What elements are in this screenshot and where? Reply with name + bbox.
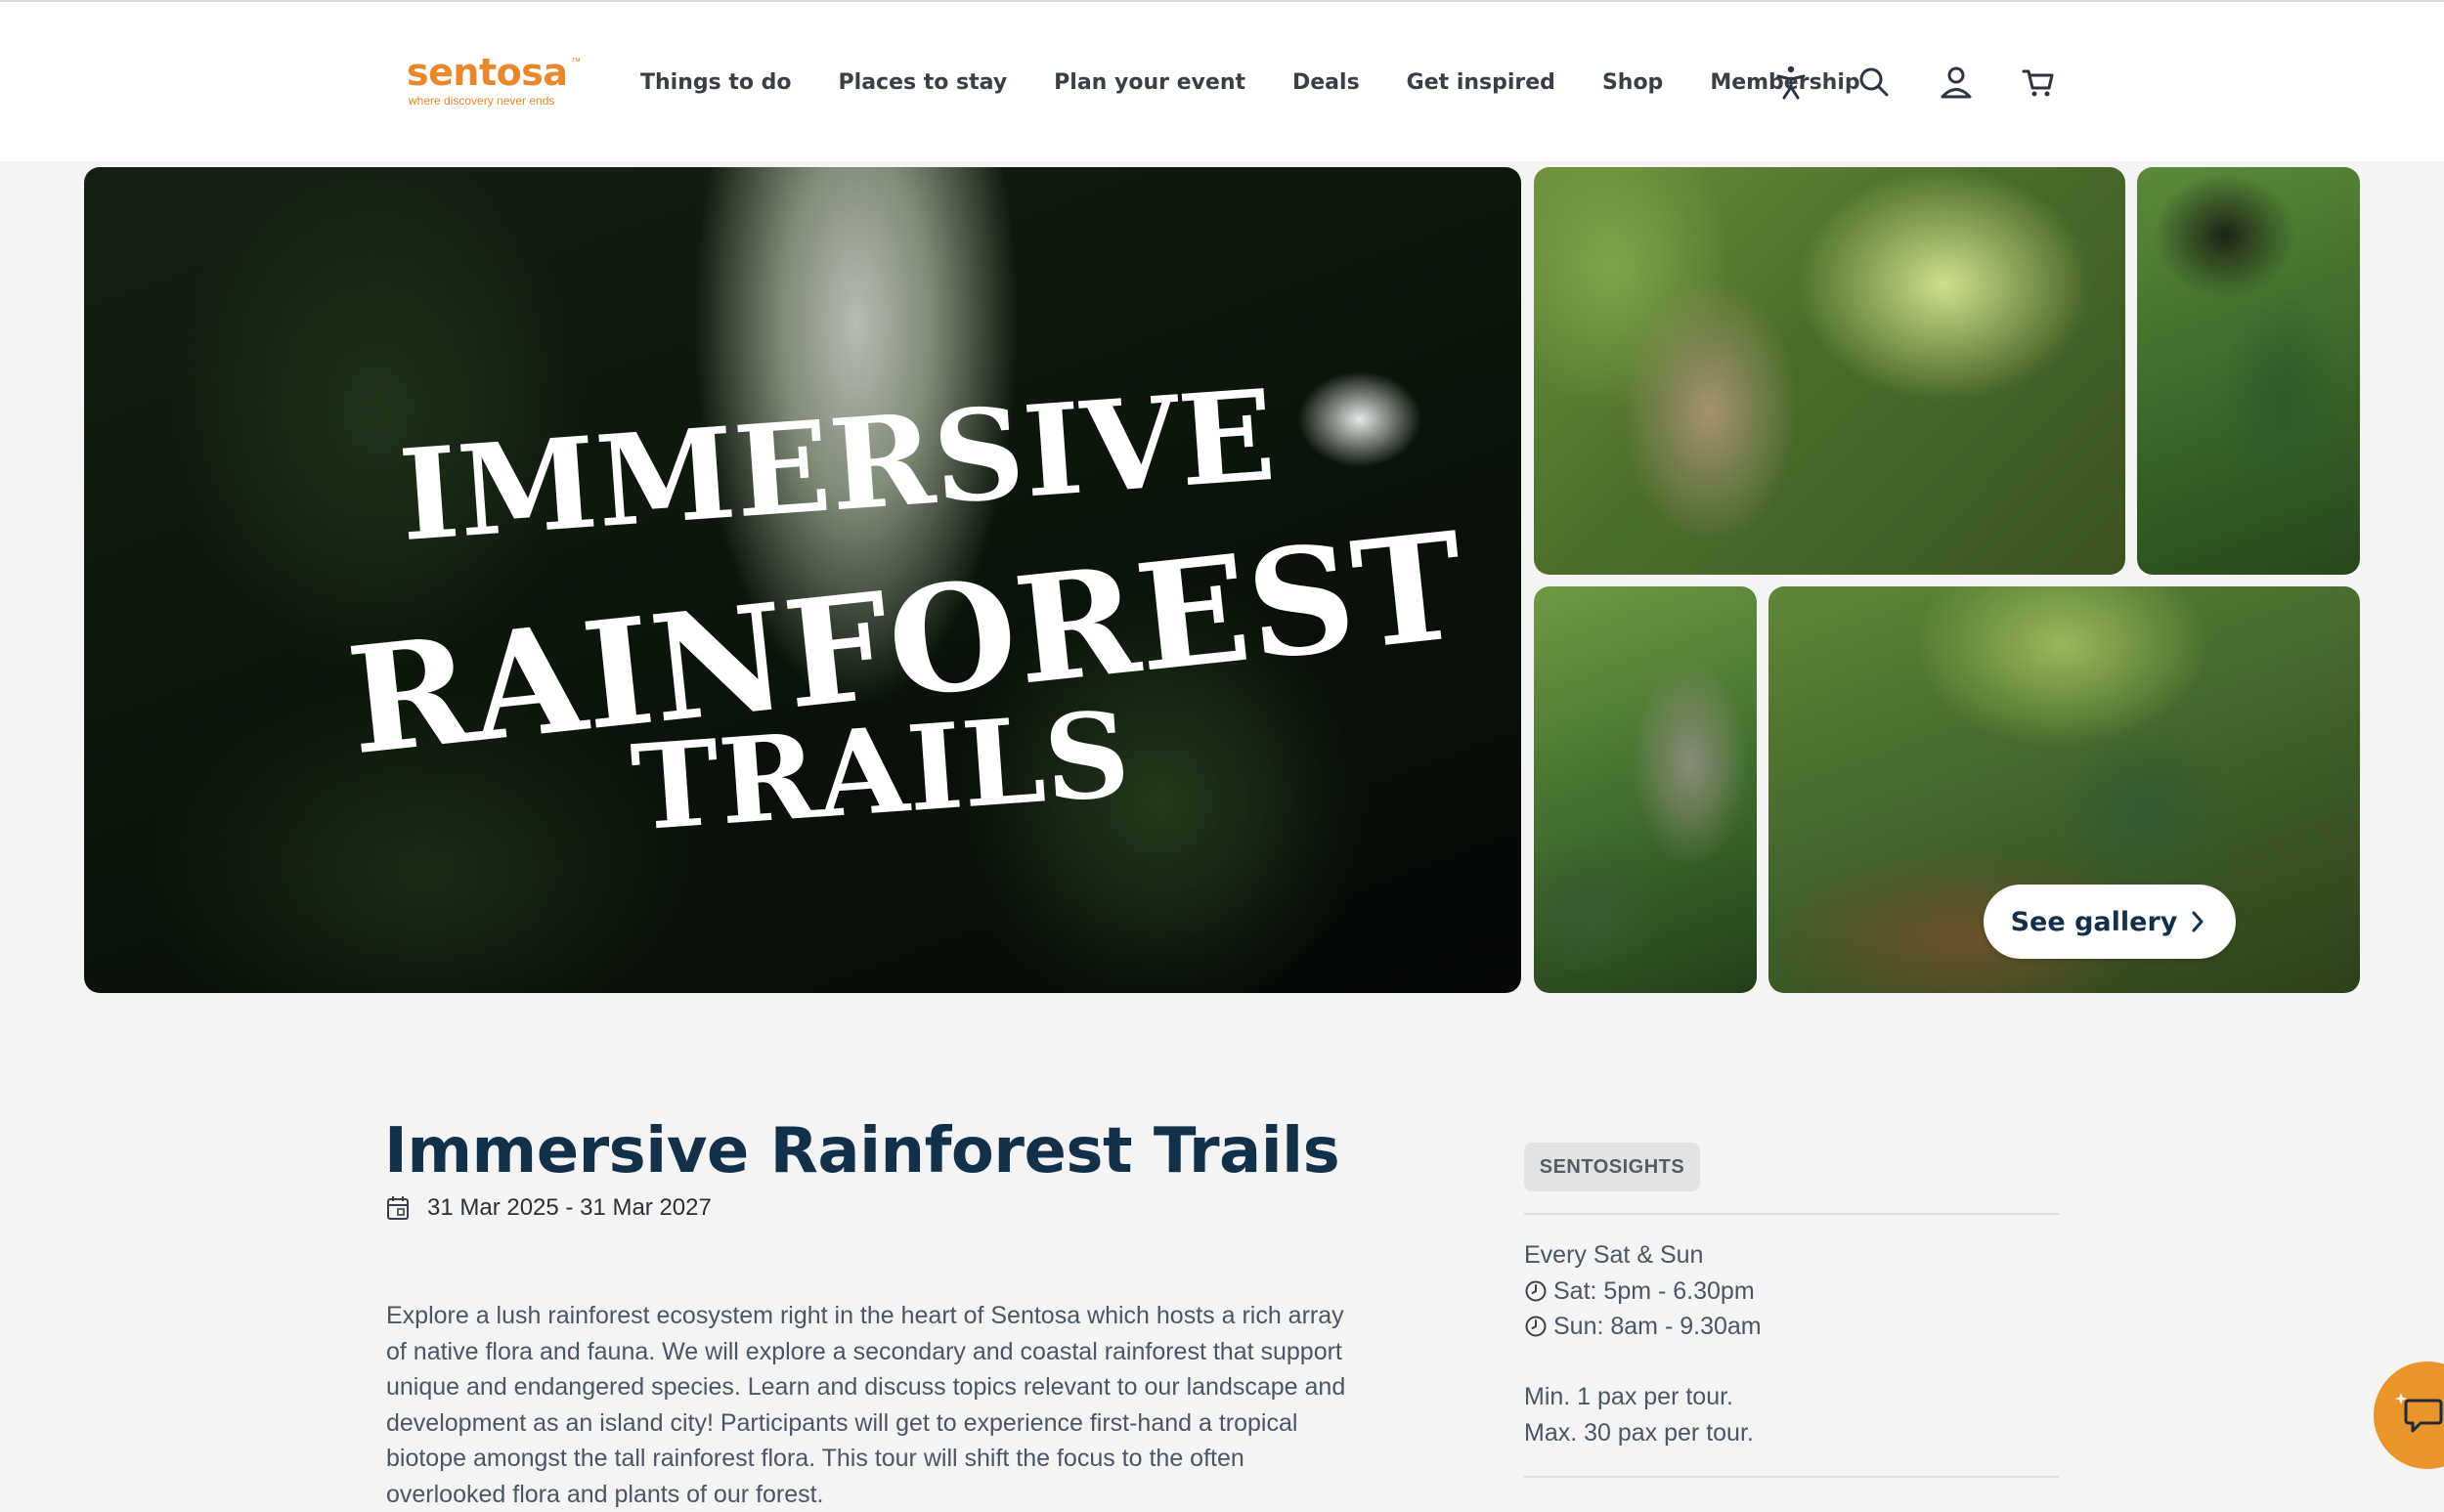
sidebar-divider-bottom	[1524, 1476, 2059, 1478]
nav-plan-your-event[interactable]: Plan your event	[1054, 70, 1245, 95]
pax-min: Min. 1 pax per tour.	[1524, 1383, 1734, 1410]
sentosa-logo[interactable]: sentosa ™ where discovery never ends	[407, 51, 583, 109]
schedule-time-sun: Sun: 8am - 9.30am	[1553, 1313, 1762, 1340]
event-date: 31 Mar 2025 - 31 Mar 2027	[386, 1194, 712, 1222]
site-header: sentosa ™ where discovery never ends Thi…	[0, 0, 2444, 161]
nav-deals[interactable]: Deals	[1292, 70, 1360, 95]
accessibility-icon[interactable]	[1771, 63, 1811, 102]
sidebar-divider	[1524, 1213, 2059, 1215]
nav-things-to-do[interactable]: Things to do	[640, 70, 792, 95]
search-icon[interactable]	[1855, 63, 1894, 102]
category-tag[interactable]: SENTOSIGHTS	[1524, 1143, 1700, 1191]
schedule-heading: Every Sat & Sun	[1524, 1241, 1704, 1269]
nav-get-inspired[interactable]: Get inspired	[1407, 70, 1555, 95]
schedule-block: Every Sat & Sun Sat: 5pm - 6.30pm Sun: 8…	[1524, 1237, 1762, 1345]
hero-title-art: IMMERSIVE RAINFOREST TRAILS	[84, 167, 1521, 993]
gallery-photo-trail-walk[interactable]	[1534, 167, 2125, 575]
page-title: Immersive Rainforest Trails	[384, 1115, 1340, 1188]
chat-assistant-button[interactable]	[2374, 1361, 2444, 1469]
main-nav: Things to do Places to stay Plan your ev…	[640, 61, 1860, 104]
schedule-row-sun: Sun: 8am - 9.30am	[1524, 1309, 1762, 1345]
gallery-photo-guide[interactable]	[2137, 167, 2360, 575]
pax-max: Max. 30 pax per tour.	[1524, 1418, 1754, 1447]
see-gallery-label: See gallery	[2010, 906, 2178, 937]
schedule-row-sat: Sat: 5pm - 6.30pm	[1524, 1274, 1762, 1310]
pax-block: Min. 1 pax per tour. Max. 30 pax per tou…	[1524, 1379, 1754, 1450]
clock-icon	[1525, 1316, 1547, 1337]
nav-places-to-stay[interactable]: Places to stay	[839, 70, 1008, 95]
gallery-photo-group[interactable]	[1534, 586, 1757, 993]
clock-icon	[1525, 1280, 1547, 1302]
chevron-right-icon	[2192, 911, 2204, 932]
calendar-icon	[387, 1196, 409, 1220]
chat-sparkle-icon	[2395, 1393, 2443, 1433]
nav-shop[interactable]: Shop	[1602, 70, 1663, 95]
user-icon[interactable]	[1937, 63, 1976, 102]
cart-icon[interactable]	[2019, 63, 2058, 102]
schedule-time-sat: Sat: 5pm - 6.30pm	[1553, 1276, 1755, 1305]
event-description: Explore a lush rainforest ecosystem righ…	[386, 1302, 1346, 1508]
logo-wordmark: sentosa	[407, 51, 568, 94]
see-gallery-button[interactable]: See gallery	[1984, 885, 2236, 959]
logo-trademark: ™	[571, 57, 581, 67]
logo-tagline: where discovery never ends	[409, 94, 555, 108]
hero-image[interactable]: IMMERSIVE RAINFOREST TRAILS	[84, 167, 1521, 993]
date-range: 31 Mar 2025 - 31 Mar 2027	[427, 1194, 712, 1221]
